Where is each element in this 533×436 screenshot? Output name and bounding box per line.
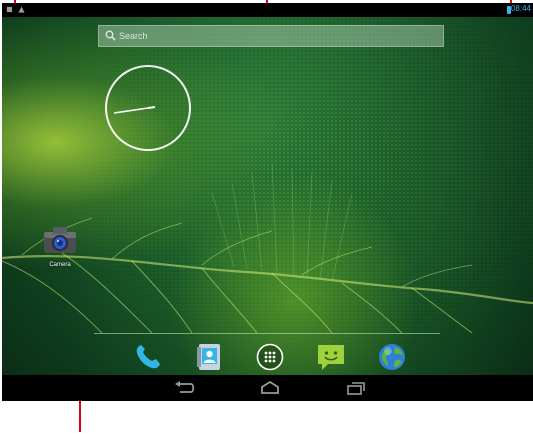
analog-clock-widget[interactable] xyxy=(103,63,193,153)
navigation-bar xyxy=(2,375,533,401)
camera-shortcut[interactable]: Camera xyxy=(38,225,82,271)
clock-hour-hand xyxy=(147,106,156,109)
home-icon[interactable] xyxy=(259,381,281,395)
messaging-icon[interactable] xyxy=(316,342,346,372)
phone-icon[interactable] xyxy=(133,342,163,372)
recent-apps-icon[interactable] xyxy=(345,381,367,395)
search-placeholder: Search xyxy=(119,31,148,41)
app-drawer-icon[interactable] xyxy=(255,342,285,372)
warning-icon xyxy=(18,6,25,13)
home-screen: 08:44 Search Camera xyxy=(2,3,533,401)
status-time: 08:44 xyxy=(510,4,531,13)
google-search-bar[interactable]: Search xyxy=(98,25,444,47)
camera-icon xyxy=(44,227,76,253)
back-icon[interactable] xyxy=(174,381,196,395)
dock-divider xyxy=(94,333,440,334)
browser-icon[interactable] xyxy=(377,342,407,372)
status-bar: 08:44 xyxy=(2,3,533,17)
camera-label: Camera xyxy=(49,262,71,268)
contacts-icon[interactable] xyxy=(194,342,224,372)
notification-icon xyxy=(6,6,13,13)
search-icon xyxy=(105,30,116,41)
